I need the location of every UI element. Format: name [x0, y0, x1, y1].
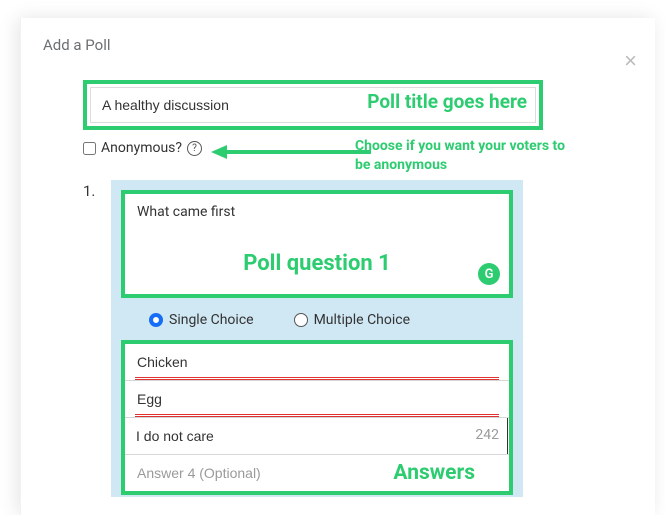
- multiple-choice-radio[interactable]: Multiple Choice: [294, 312, 410, 328]
- multiple-choice-label: Multiple Choice: [314, 312, 410, 328]
- radio-unselected-icon: [294, 313, 308, 327]
- poll-title-highlight: Poll title goes here: [83, 80, 543, 130]
- answer-input-3[interactable]: [124, 418, 508, 454]
- add-poll-modal: Add a Poll × Poll title goes here Anonym…: [20, 18, 655, 515]
- choice-type-row: Single Choice Multiple Choice: [121, 298, 513, 340]
- help-icon[interactable]: ?: [187, 141, 202, 156]
- answer-row: [125, 344, 509, 381]
- answer-input-4[interactable]: [125, 455, 509, 491]
- close-button[interactable]: ×: [624, 50, 637, 72]
- single-choice-radio[interactable]: Single Choice: [149, 312, 254, 328]
- answer-row: 242: [125, 418, 509, 455]
- question-text-highlight: Poll question 1 G: [121, 190, 513, 298]
- anonymous-row: Anonymous? ? Choose if you want your vot…: [83, 140, 543, 156]
- answer-row: [125, 455, 509, 491]
- radio-selected-icon: [149, 313, 163, 327]
- question-number: 1.: [83, 180, 111, 497]
- answer-input-1[interactable]: [125, 344, 509, 380]
- modal-content: Poll title goes here Anonymous? ? Choose…: [43, 54, 633, 497]
- answer-input-2[interactable]: [125, 381, 509, 417]
- anonymous-label: Anonymous?: [101, 140, 182, 156]
- answers-highlight: 242 Answers: [121, 340, 513, 495]
- anonymous-checkbox[interactable]: [83, 142, 96, 155]
- question-card: Poll question 1 G Single Choice Multiple…: [111, 180, 523, 497]
- annotation-title-caption: Poll title goes here: [367, 90, 527, 113]
- annotation-anonymous-caption: Choose if you want your voters to be ano…: [355, 137, 565, 175]
- background-page-fragment: [0, 0, 20, 515]
- question-row: 1. Poll question 1 G Single Choice Multi…: [83, 180, 633, 497]
- grammarly-icon[interactable]: G: [478, 263, 500, 285]
- question-text-input[interactable]: [125, 194, 509, 290]
- annotation-arrow-icon: [211, 142, 371, 162]
- character-count: 242: [475, 427, 499, 443]
- answer-row: [125, 381, 509, 418]
- single-choice-label: Single Choice: [169, 312, 254, 328]
- modal-title: Add a Poll: [43, 36, 633, 54]
